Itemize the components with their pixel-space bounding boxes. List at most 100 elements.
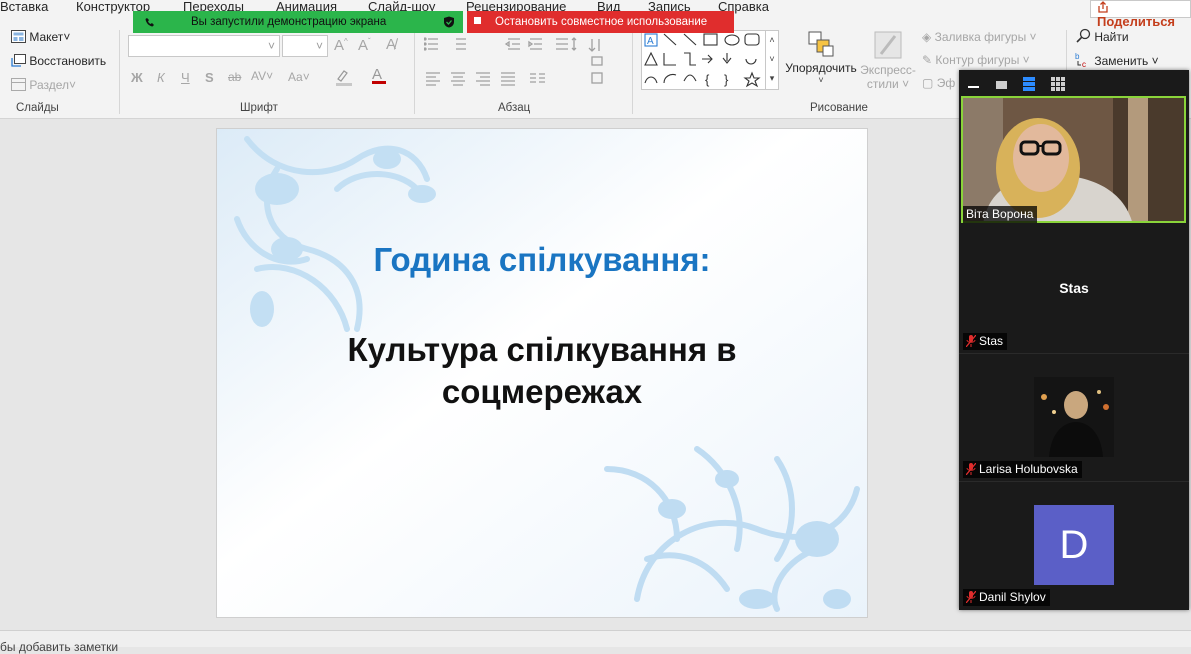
slide-canvas[interactable]: Година спілкування: Культура спілкування… — [216, 128, 868, 618]
quick-styles-icon — [874, 31, 902, 59]
chevron-down-icon: ˅ — [69, 78, 77, 92]
find-label: Найти — [1094, 30, 1129, 44]
svg-text:{: { — [705, 72, 710, 87]
group-divider — [119, 30, 120, 114]
replace-icon: bc — [1075, 52, 1086, 69]
quick-styles-label-1: Экспресс- — [860, 63, 916, 77]
italic-button[interactable]: К — [157, 70, 165, 85]
shape-outline-label: Контур фигуры — [935, 53, 1020, 67]
hide-video-icon[interactable] — [996, 81, 1007, 89]
shape-fill-label: Заливка фигуры — [934, 30, 1027, 44]
notes-placeholder: бы добавить заметки — [0, 640, 119, 654]
participant-video — [961, 96, 1186, 223]
gallery-scroll[interactable]: ˄ ˅ ▾ — [765, 31, 778, 89]
layout-button[interactable]: Макет˅ — [11, 30, 70, 44]
section-label: Раздел — [29, 78, 70, 92]
chevron-down-icon: ˅ — [1151, 54, 1159, 68]
stop-share-label: Остановить совместное использование — [495, 16, 708, 28]
participant-name: Danil Shylov — [979, 590, 1046, 604]
effects-icon: ▢ — [922, 76, 934, 90]
reset-label: Восстановить — [29, 54, 107, 68]
replace-button[interactable]: bc Заменить ˅ — [1075, 52, 1159, 69]
chevron-down-icon: ˅ — [267, 39, 275, 53]
change-case-button[interactable]: Aa˅ — [288, 70, 310, 84]
bold-button[interactable]: Ж — [131, 70, 143, 85]
arrange-icon — [808, 31, 834, 57]
svg-text:}: } — [724, 72, 729, 87]
font-family-select[interactable]: ˅ — [128, 35, 280, 57]
group-divider — [632, 30, 633, 114]
gallery-view-icon[interactable] — [1051, 77, 1065, 91]
shape-fill-button[interactable]: ◈ Заливка фигуры ˅ — [922, 30, 1037, 44]
chevron-down-icon: ˅ — [902, 77, 910, 91]
participant-tile-larisa[interactable]: Larisa Holubovska — [959, 354, 1189, 482]
shapes-gallery[interactable]: A {} ˄ ˅ ▾ — [641, 30, 779, 90]
share-button[interactable]: Поделиться — [1090, 0, 1191, 29]
section-icon — [11, 78, 26, 91]
screen-share-status-banner: Вы запустили демонстрацию экрана — [133, 11, 463, 33]
arrange-label: Упорядочить — [785, 61, 857, 75]
find-button[interactable]: Найти — [1075, 28, 1129, 44]
participant-label: Larisa Holubovska — [963, 461, 1082, 478]
grow-font-icon[interactable]: A^ — [334, 37, 348, 54]
speaker-view-icon[interactable] — [1023, 77, 1035, 91]
shape-outline-button[interactable]: ✎ Контур фигуры ˅ — [922, 53, 1030, 67]
arrange-button[interactable]: Упорядочить ˅ — [783, 30, 859, 85]
participant-tile-stas[interactable]: Stas Stas — [959, 226, 1189, 354]
shape-effects-button[interactable]: ▢ Эф — [922, 76, 955, 90]
paragraph-tools[interactable] — [424, 37, 624, 87]
char-spacing-label: AV — [251, 69, 267, 83]
clear-format-icon[interactable]: A̸ — [386, 36, 396, 53]
paint-bucket-icon: ◈ — [922, 30, 932, 44]
shield-check-icon — [444, 16, 454, 28]
shrink-font-icon[interactable]: Aˇ — [358, 37, 371, 54]
char-spacing-button[interactable]: AV˅ — [251, 69, 273, 83]
font-color-icon[interactable]: A — [372, 66, 386, 84]
screen-share-status-text: Вы запустили демонстрацию экрана — [191, 16, 387, 28]
participant-tile-danil[interactable]: D Danil Shylov — [959, 482, 1189, 610]
minimize-icon[interactable] — [968, 86, 979, 88]
chevron-down-icon: ˅ — [63, 30, 71, 44]
svg-text:c: c — [1082, 60, 1086, 68]
shape-effects-label: Эф — [936, 76, 956, 90]
search-icon — [1076, 28, 1091, 43]
share-icon — [1098, 1, 1108, 13]
section-button[interactable]: Раздел˅ — [11, 78, 76, 92]
quick-styles-button[interactable]: Экспресс- стили ˅ — [858, 30, 918, 91]
chevron-down-icon: ˅ — [315, 39, 323, 53]
chevron-down-icon: ˅ — [818, 75, 824, 85]
participant-name: Larisa Holubovska — [979, 462, 1078, 476]
highlight-icon[interactable] — [334, 68, 354, 89]
participant-tile-video[interactable]: Віта Ворона — [959, 96, 1189, 224]
participant-label: Stas — [963, 333, 1008, 350]
layout-label: Макет — [29, 30, 64, 44]
participant-avatar-photo — [1034, 377, 1114, 457]
tab-insert[interactable]: Вставка — [0, 0, 48, 14]
group-divider — [414, 30, 415, 114]
avatar-initial: D — [1034, 505, 1114, 585]
layout-icon — [11, 30, 26, 43]
participant-center-name: Stas — [1059, 280, 1089, 296]
replace-label: Заменить — [1094, 54, 1149, 68]
paragraph-group-label: Абзац — [498, 102, 531, 114]
strikethrough-button[interactable]: ab — [228, 70, 241, 84]
avatar — [1034, 377, 1114, 457]
underline-button[interactable]: Ч — [181, 70, 190, 85]
shapes-icon: A {} — [644, 33, 761, 88]
mic-muted-icon — [966, 463, 976, 475]
shadow-button[interactable]: S — [205, 70, 214, 85]
participant-name: Stas — [979, 334, 1004, 348]
notes-pane[interactable]: бы добавить заметки — [0, 630, 1191, 654]
slide-subtitle-line-1: Культура спілкування в — [347, 331, 737, 368]
slide-subtitle[interactable]: Культура спілкування в соцмережах — [217, 329, 867, 413]
font-group-label: Шрифт — [240, 102, 278, 114]
reset-icon — [11, 54, 26, 67]
slide-title[interactable]: Година спілкування: — [217, 241, 867, 279]
stop-share-button[interactable]: Остановить совместное использование — [467, 11, 734, 33]
font-size-select[interactable]: ˅ — [282, 35, 328, 57]
stop-icon — [474, 17, 481, 24]
change-case-label: Aa — [288, 70, 303, 84]
slides-group-label: Слайды — [16, 102, 59, 114]
reset-button[interactable]: Восстановить — [11, 54, 106, 68]
participant-name: Віта Ворона — [963, 206, 1038, 223]
